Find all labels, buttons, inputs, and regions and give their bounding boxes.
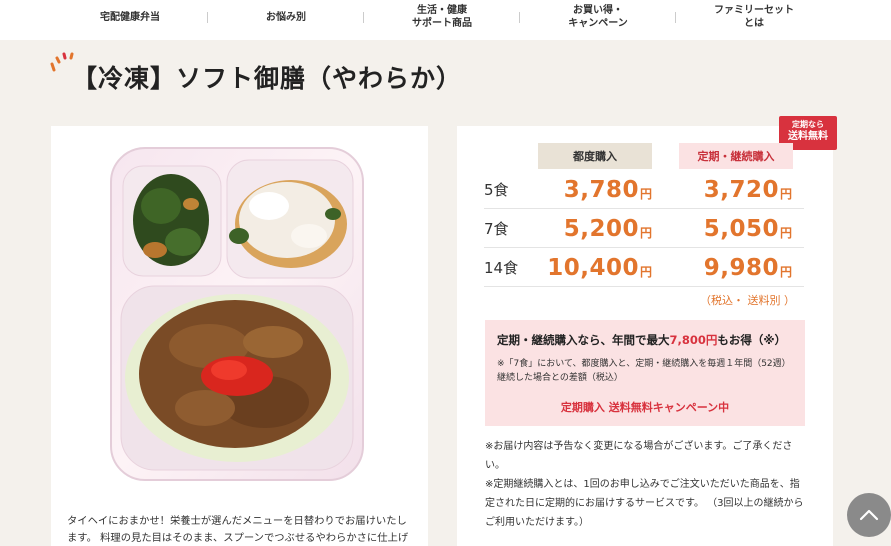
nav-item-campaign[interactable]: お買い得・ キャンペーン [520,0,676,34]
price-row-qty: 14食 [484,259,519,277]
price-value: 5,200 [563,215,639,242]
free-shipping-campaign-text: 定期購入 送料無料キャンペーン中 [560,401,730,414]
note-item: ※定期継続購入とは、1回のお申し込みでご注文いただいた商品を、指定された日に定期… [485,479,804,528]
badge-line1: 定期なら [792,120,824,129]
price-subscription: 3,720 円 [704,170,792,209]
header-regular-purchase: 都度購入 [538,143,652,169]
nav-item-label: お買い得・ キャンペーン [568,5,628,29]
price-row: 5食 3,780 円 3,720 円 [484,170,804,209]
promo-heading-after: もお得（※） [717,333,787,347]
page-title-area: 【冷凍】ソフト御膳（やわらか） [50,52,462,102]
nav-item-concerns[interactable]: お悩み別 [208,0,364,34]
yen-unit: 円 [779,186,792,201]
nav-item-label: 生活・健康 サポート商品 [412,5,472,29]
promo-savings-amount: 7,800円 [669,333,718,347]
price-row: 7食 5,200 円 5,050 円 [484,209,804,248]
chevron-up-icon [859,509,879,521]
nav-item-label: 宅配健康弁当 [100,11,160,23]
yen-unit: 円 [639,225,652,240]
tax-note: （税込・ 送料別 ） [700,294,795,307]
promo-heading: 定期・継続購入なら、年間で最大7,800円もお得（※） [497,332,786,348]
price-regular: 10,400 円 [547,248,652,287]
title-accent-icon [50,52,74,72]
promo-footnote: ※「7食」において、都度購入と、定期・継続購入を毎週１年間（52週）継続した場合… [497,359,791,383]
top-navigation: 宅配健康弁当 お悩み別 生活・健康 サポート商品 お買い得・ キャンペーン ファ… [0,0,891,40]
price-regular: 3,780 円 [564,170,652,209]
nav-item-support-products[interactable]: 生活・健康 サポート商品 [364,0,520,34]
product-description: タイヘイにおまかせ！栄養士が選んだメニューを日替わりでお届けいたします。 料理の… [67,515,409,544]
price-value: 3,720 [703,176,779,203]
price-value: 10,400 [547,254,639,281]
yen-unit: 円 [779,225,792,240]
nav-item-label: ファミリーセット とは [714,5,794,29]
badge-line2: 送料無料 [788,131,828,142]
promo-heading-before: 定期・継続購入なら、年間で最大 [497,333,670,347]
delivery-notes: ※お届け内容は予告なく変更になる場合がございます。ご了承ください。 ※定期継続購… [485,437,807,532]
price-row-qty: 5食 [484,181,509,199]
nav-item-family-set[interactable]: ファミリーセット とは [676,0,832,34]
price-regular: 5,200 円 [564,209,652,248]
price-value: 5,050 [703,215,779,242]
price-subscription: 9,980 円 [704,248,792,287]
price-subscription: 5,050 円 [704,209,792,248]
yen-unit: 円 [779,264,792,279]
nav-item-bento[interactable]: 宅配健康弁当 [52,0,208,34]
page-title: 【冷凍】ソフト御膳（やわらか） [72,64,463,93]
price-value: 3,780 [563,176,639,203]
price-value: 9,980 [703,254,779,281]
bento-tray-image [110,147,364,481]
price-row-qty: 7食 [484,220,509,238]
yen-unit: 円 [639,264,652,279]
subscription-promo-box: 定期・継続購入なら、年間で最大7,800円もお得（※） ※「7食」において、都度… [485,320,805,426]
scroll-to-top-button[interactable] [847,493,891,537]
price-row: 14食 10,400 円 9,980 円 [484,248,804,287]
product-image-card: タイヘイにおまかせ！栄養士が選んだメニューを日替わりでお届けいたします。 料理の… [51,126,428,546]
header-subscription-purchase: 定期・継続購入 [679,143,793,169]
yen-unit: 円 [639,186,652,201]
note-item: ※お届け内容は予告なく変更になる場合がございます。ご了承ください。 [485,441,793,471]
nav-item-label: お悩み別 [266,11,306,23]
